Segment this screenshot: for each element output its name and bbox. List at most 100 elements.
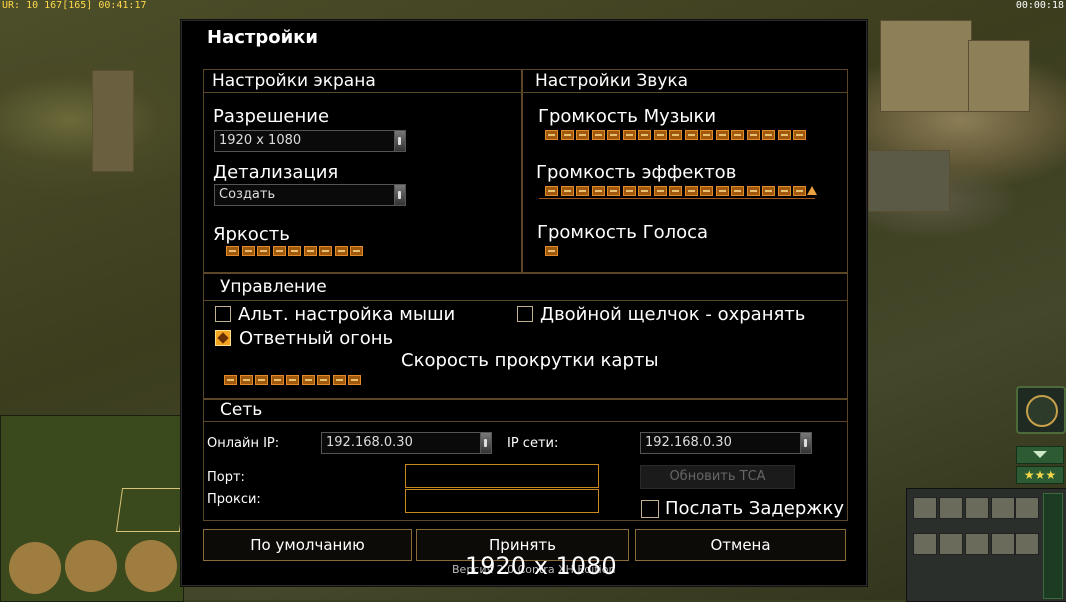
section-header: Управление <box>204 273 847 301</box>
slider-segment <box>731 130 744 140</box>
defaults-button[interactable]: По умолчанию <box>203 529 412 561</box>
dropdown-arrow-icon[interactable] <box>480 433 491 453</box>
double-click-checkbox[interactable] <box>517 306 533 322</box>
slider-segment <box>272 246 286 256</box>
dropdown-arrow-icon[interactable] <box>800 433 811 453</box>
resolution-value: 1920 x 1080 <box>219 133 302 148</box>
detail-value: Создать <box>219 187 276 202</box>
minimap-terrain <box>9 542 61 594</box>
slider-segment <box>226 246 239 256</box>
slider-segment <box>653 130 667 140</box>
voice-volume-slider[interactable] <box>545 246 809 258</box>
unit-icon[interactable] <box>1015 497 1039 519</box>
slider-segment <box>332 375 346 385</box>
unit-icon[interactable] <box>913 533 937 555</box>
unit-icon[interactable] <box>965 497 989 519</box>
return-fire-checkbox[interactable] <box>215 330 231 346</box>
slider-segment <box>669 130 682 140</box>
slider-segment <box>239 375 253 385</box>
resolution-overlay: 1920 x 1080 <box>465 552 617 580</box>
dialog-title: Настройки <box>207 27 319 48</box>
slider-segment <box>334 246 348 256</box>
brightness-slider[interactable] <box>226 246 366 258</box>
compass-icon <box>1026 395 1058 427</box>
sound-settings-section: Настройки Звука Громкость Музыки Громкос… <box>522 69 848 274</box>
slider-segment <box>684 130 698 140</box>
slider-segment <box>317 375 330 385</box>
unit-icon[interactable] <box>939 533 963 555</box>
proxy-input[interactable] <box>405 489 599 513</box>
effects-slider-knob[interactable] <box>807 186 817 195</box>
cancel-button[interactable]: Отмена <box>635 529 846 561</box>
slider-segment <box>762 130 775 140</box>
lan-ip-label: IP сети: <box>507 436 559 451</box>
effects-slider-track <box>539 186 815 199</box>
resolution-dropdown[interactable]: 1920 x 1080 <box>214 130 406 152</box>
slider-segment <box>270 375 284 385</box>
section-header: Сеть <box>204 399 847 422</box>
slider-segment <box>638 130 651 140</box>
cancel-label: Отмена <box>710 536 771 554</box>
hud-stats: UR: 10 167[165] 00:41:17 <box>2 0 147 11</box>
send-delay-checkbox[interactable] <box>641 500 659 518</box>
update-tca-button[interactable]: Обновить ТСА <box>640 465 795 489</box>
online-ip-dropdown[interactable]: 192.168.0.30 <box>321 432 492 454</box>
online-ip-value: 192.168.0.30 <box>326 435 413 450</box>
minimap[interactable] <box>0 415 187 602</box>
settings-dialog: Настройки Настройки экрана Разрешение 19… <box>181 20 867 586</box>
scroll-speed-slider[interactable] <box>224 375 364 387</box>
update-tca-label: Обновить ТСА <box>669 469 766 484</box>
send-delay-label: Послать Задержку <box>665 498 845 519</box>
slider-segment <box>319 246 332 256</box>
rank-stars[interactable]: ★★★ <box>1016 466 1064 484</box>
background-tent <box>868 150 950 212</box>
music-volume-slider[interactable] <box>545 130 809 142</box>
effects-volume-label: Громкость эффектов <box>536 162 737 183</box>
unit-icon[interactable] <box>1015 533 1039 555</box>
background-building <box>880 20 972 112</box>
section-title: Управление <box>220 277 327 297</box>
slider-segment <box>777 130 791 140</box>
slider-segment <box>700 130 713 140</box>
slider-segment <box>288 246 301 256</box>
section-header: Настройки экрана <box>204 70 521 93</box>
slider-segment <box>301 375 315 385</box>
slider-segment <box>746 130 760 140</box>
voice-volume-label: Громкость Голоса <box>537 222 709 243</box>
slider-segment <box>715 130 729 140</box>
lan-ip-dropdown[interactable]: 192.168.0.30 <box>640 432 812 454</box>
double-click-label: Двойной щелчок - охранять <box>540 304 806 325</box>
slider-segment <box>241 246 255 256</box>
alt-mouse-label: Альт. настройка мыши <box>238 304 456 325</box>
defaults-label: По умолчанию <box>250 536 365 554</box>
controls-section: Управление Альт. настройка мыши Двойной … <box>203 272 848 400</box>
network-section: Сеть Онлайн IP: 192.168.0.30 IP сети: 19… <box>203 398 848 521</box>
resolution-label: Разрешение <box>213 106 330 127</box>
unit-icon[interactable] <box>939 497 963 519</box>
return-fire-label: Ответный огонь <box>239 328 394 349</box>
minimap-viewport <box>115 488 187 532</box>
section-title: Настройки экрана <box>212 71 376 91</box>
detail-dropdown[interactable]: Создать <box>214 184 406 206</box>
minimap-terrain <box>65 540 117 592</box>
unit-icon[interactable] <box>965 533 989 555</box>
brightness-label: Яркость <box>213 224 290 245</box>
build-panel <box>906 488 1066 602</box>
section-header: Настройки Звука <box>523 70 847 93</box>
port-input[interactable] <box>405 464 599 488</box>
slider-segment <box>545 130 558 140</box>
slider-segment <box>793 130 806 140</box>
radar-button[interactable] <box>1016 386 1066 434</box>
screen-settings-section: Настройки экрана Разрешение 1920 x 1080 … <box>203 69 522 274</box>
background-building <box>968 40 1030 112</box>
unit-icon[interactable] <box>991 533 1015 555</box>
slider-segment <box>348 375 361 385</box>
scrollbar[interactable] <box>1043 493 1063 599</box>
dropdown-arrow-icon[interactable] <box>394 185 405 205</box>
unit-icon[interactable] <box>913 497 937 519</box>
section-title: Сеть <box>220 400 263 420</box>
alt-mouse-checkbox[interactable] <box>215 306 231 322</box>
unit-icon[interactable] <box>991 497 1015 519</box>
dropdown-arrow-icon[interactable] <box>394 131 405 151</box>
collapse-button[interactable] <box>1016 446 1064 464</box>
